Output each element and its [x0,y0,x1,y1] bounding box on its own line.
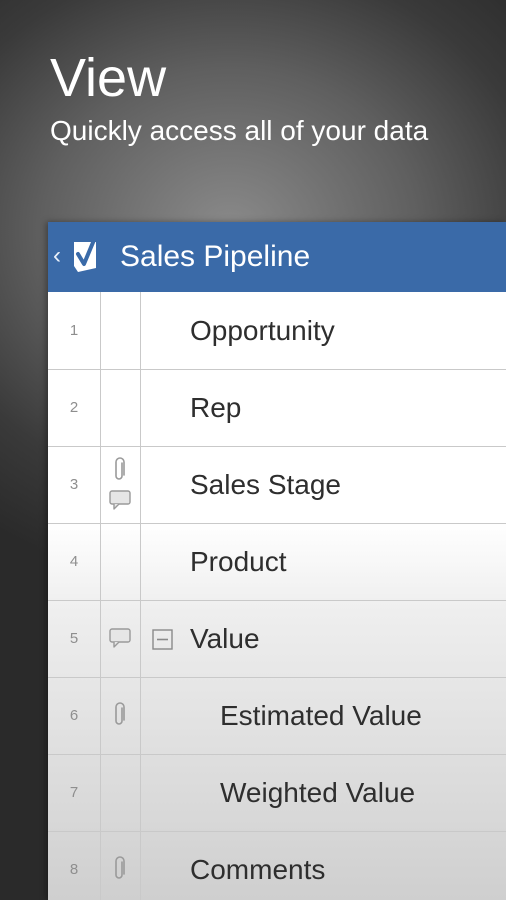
app-bar: ‹ Sales Pipeline [48,222,506,293]
row-indicator-column [101,369,141,446]
row-label[interactable]: Weighted Value [220,754,415,831]
table-row[interactable]: 1 Opportunity [48,292,506,370]
row-label[interactable]: Sales Stage [190,446,341,523]
row-number: 3 [48,446,101,523]
row-label[interactable]: Comments [190,831,325,900]
smartsheet-logo-icon[interactable] [68,236,100,276]
table-row[interactable]: 4 Product [48,523,506,601]
hero-subtitle: Quickly access all of your data [50,115,429,146]
paperclip-icon[interactable] [114,856,126,882]
row-indicator-column [101,600,141,677]
row-label[interactable]: Product [190,523,287,600]
row-indicator-column [101,523,141,600]
phone-screen: ‹ Sales Pipeline 1 Opportunity 2 Rep 3 S… [48,222,506,900]
row-indicator-column [101,754,141,831]
row-number: 6 [48,677,101,754]
table-row[interactable]: 7 Weighted Value [48,754,506,832]
table-row[interactable]: 3 Sales Stage [48,446,506,524]
row-number: 5 [48,600,101,677]
comment-bubble-icon[interactable] [109,490,131,510]
row-indicator-column [101,292,141,369]
row-label[interactable]: Opportunity [190,292,335,369]
table-row[interactable]: 6 Estimated Value [48,677,506,755]
row-label[interactable]: Rep [190,369,241,446]
paperclip-icon[interactable] [114,457,126,483]
row-number: 2 [48,369,101,446]
row-label[interactable]: Estimated Value [220,677,422,754]
chevron-left-icon[interactable]: ‹ [53,242,61,270]
table-row[interactable]: 2 Rep [48,369,506,447]
comment-bubble-icon[interactable] [109,628,131,648]
paperclip-icon[interactable] [114,702,126,728]
row-indicator-column [101,677,141,754]
row-indicator-column [101,446,141,523]
table-row[interactable]: 5 Value [48,600,506,678]
row-number: 8 [48,831,101,900]
collapse-minus-icon[interactable] [152,629,173,650]
row-label[interactable]: Value [190,600,260,677]
sheet-grid: 1 Opportunity 2 Rep 3 Sales Stage 4 Prod… [48,292,506,900]
table-row[interactable]: 8 Comments [48,831,506,900]
row-number: 1 [48,292,101,369]
row-indicator-column [101,831,141,900]
hero-title: View [50,48,167,108]
row-number: 4 [48,523,101,600]
sheet-title: Sales Pipeline [120,240,311,273]
row-number: 7 [48,754,101,831]
